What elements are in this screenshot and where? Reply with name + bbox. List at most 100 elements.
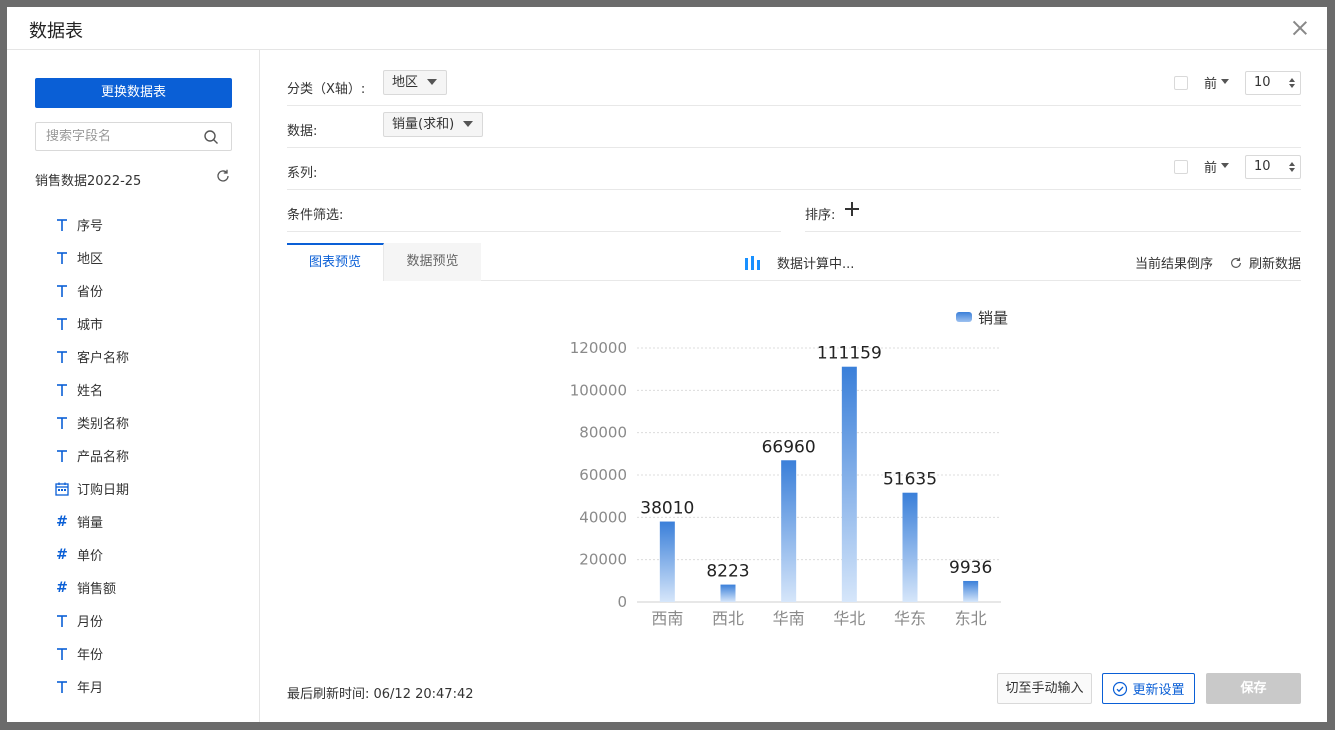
bar-data-label: 9936	[949, 558, 992, 578]
field-item[interactable]: 姓名	[55, 373, 129, 406]
calculating-text: 数据计算中...	[777, 257, 855, 272]
bar	[841, 366, 857, 602]
change-table-button[interactable]: 更换数据表	[35, 78, 232, 108]
update-settings-label: 更新设置	[1132, 683, 1185, 698]
top-n-checkbox[interactable]	[1173, 75, 1188, 90]
check-circle-icon	[1113, 681, 1128, 696]
field-list: 序号地区省份城市客户名称 姓名 类别名称产品名称订购日期 # 销量 # 单价 # 销售额月份年份…	[55, 208, 129, 703]
field-item[interactable]: 地区	[55, 241, 129, 274]
text-type-icon	[55, 284, 69, 298]
top-n-label: 前	[1203, 77, 1217, 92]
text-type-icon	[55, 218, 69, 232]
refresh-data-button[interactable]: 刷新数据	[1249, 253, 1301, 272]
top-n-value: 10	[1254, 74, 1271, 90]
top-n-dropdown[interactable]: 前	[1204, 73, 1229, 92]
update-settings-button[interactable]: 更新设置	[1102, 673, 1195, 704]
series-top-n-checkbox[interactable]	[1173, 159, 1188, 174]
series-top-n-dropdown[interactable]: 前	[1204, 157, 1229, 176]
bar-data-label: 38010	[640, 499, 694, 519]
stepper-down-icon[interactable]	[1289, 83, 1295, 88]
text-type-icon	[55, 647, 69, 661]
field-item[interactable]: 城市	[55, 307, 129, 340]
stepper-up-icon[interactable]	[1289, 77, 1295, 82]
search-icon[interactable]	[203, 129, 219, 145]
text-type-icon	[55, 416, 69, 430]
field-label: 序号	[77, 219, 104, 234]
text-type-icon	[55, 680, 69, 694]
field-label: 年月	[77, 681, 104, 696]
bar	[902, 492, 918, 602]
text-type-icon	[55, 350, 69, 364]
y-tick-label: 0	[617, 593, 627, 611]
text-type-icon	[55, 449, 69, 463]
bar	[963, 580, 979, 602]
field-label: 产品名称	[77, 450, 130, 465]
data-value: 销量(求和)	[392, 117, 455, 132]
field-label: 订购日期	[77, 483, 130, 498]
bar-data-label: 51635	[883, 470, 937, 490]
number-type-icon: #	[56, 546, 68, 563]
category-row: 分类（X轴）: 地区 前 10	[287, 64, 1301, 106]
legend-label: 销量	[978, 309, 1008, 327]
field-item[interactable]: # 销售额	[55, 571, 129, 604]
y-tick-label: 40000	[579, 508, 627, 526]
field-item[interactable]: # 单价	[55, 538, 129, 571]
field-label: 地区	[77, 252, 104, 267]
bar-data-label: 8223	[706, 562, 749, 582]
x-tick-label: 东北	[955, 609, 987, 628]
field-item[interactable]: 省份	[55, 274, 129, 307]
search-input[interactable]	[46, 129, 196, 144]
calculating-status: 数据计算中...	[745, 253, 854, 272]
field-label: 单价	[77, 549, 104, 564]
stepper-down-icon[interactable]	[1289, 167, 1295, 172]
series-label: 系列:	[287, 166, 318, 181]
series-top-n: 前 10	[1173, 154, 1301, 179]
stepper-up-icon[interactable]	[1289, 161, 1295, 166]
field-item[interactable]: 产品名称	[55, 439, 129, 472]
data-table-dialog: 数据表 更换数据表 销售数据2022-25 序号地区省份城市客户名称姓名类别名称…	[7, 7, 1327, 722]
field-sidebar: 更换数据表 销售数据2022-25 序号地区省份城市客户名称姓名类别名称产品名称…	[7, 50, 260, 722]
tab-data-preview[interactable]: 数据预览	[384, 243, 481, 281]
dialog-header: 数据表	[7, 7, 1327, 50]
refresh-icon[interactable]	[215, 168, 231, 184]
field-label: 年份	[77, 648, 104, 663]
text-type-icon	[55, 383, 69, 397]
category-label: 分类（X轴）:	[287, 82, 366, 97]
close-icon[interactable]	[1291, 19, 1309, 37]
field-item[interactable]: 客户名称	[55, 340, 129, 373]
chart-area: 0 20000 40000 60000 80000 100000 120000 38010 西南…	[287, 282, 1301, 667]
text-type-icon	[55, 251, 69, 265]
text-type-icon	[55, 614, 69, 628]
bar-data-label: 111159	[817, 344, 882, 364]
top-n-stepper[interactable]: 10	[1245, 70, 1301, 95]
field-label: 省份	[77, 285, 104, 300]
refresh-icon[interactable]	[1229, 256, 1243, 270]
category-value: 地区	[392, 75, 419, 90]
add-sort-icon[interactable]	[845, 202, 859, 216]
field-item[interactable]: 年份	[55, 637, 129, 670]
field-item[interactable]: 月份	[55, 604, 129, 637]
manual-input-button[interactable]: 切至手动输入	[997, 673, 1092, 704]
series-top-n-stepper[interactable]: 10	[1245, 154, 1301, 179]
last-refresh-time: 最后刷新时间: 06/12 20:47:42	[287, 687, 474, 702]
field-label: 月份	[77, 615, 104, 630]
tab-chart-preview[interactable]: 图表预览	[287, 243, 384, 281]
chevron-down-icon	[427, 79, 438, 85]
field-item[interactable]: 类别名称	[55, 406, 129, 439]
field-item[interactable]: 序号	[55, 208, 129, 241]
category-dropdown[interactable]: 地区	[383, 70, 448, 95]
reverse-result-button[interactable]: 当前结果倒序	[1135, 253, 1213, 272]
data-dropdown[interactable]: 销量(求和)	[383, 112, 484, 137]
chevron-down-icon	[1221, 163, 1229, 168]
top-n-label: 前	[1203, 161, 1217, 176]
chevron-down-icon	[463, 121, 474, 127]
save-button[interactable]: 保存	[1206, 673, 1301, 704]
field-item[interactable]: # 销量	[55, 505, 129, 538]
loading-bars-icon	[745, 255, 763, 270]
top-n-value: 10	[1254, 158, 1271, 174]
field-item[interactable]: 订购日期	[55, 472, 129, 505]
field-item[interactable]: 年月	[55, 670, 129, 703]
bar	[659, 521, 675, 602]
sort-label: 排序:	[805, 208, 836, 223]
field-label: 城市	[77, 318, 104, 333]
